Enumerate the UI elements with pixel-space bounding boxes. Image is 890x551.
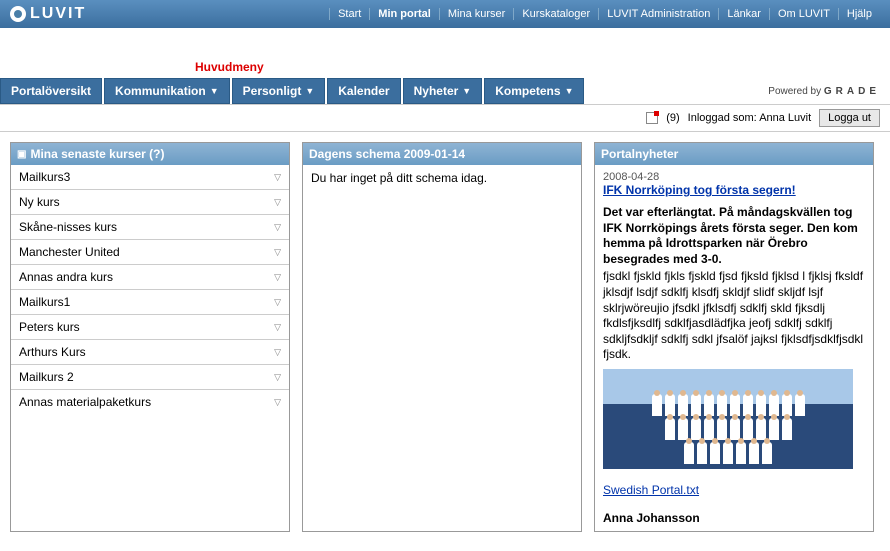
course-row[interactable]: Manchester United ▽	[11, 240, 289, 265]
logo: LUVIT	[10, 5, 86, 23]
news-attachment-link[interactable]: Swedish Portal.txt	[603, 483, 865, 497]
course-label: Annas materialpaketkurs	[19, 395, 151, 409]
chevron-down-icon: ▼	[565, 86, 574, 96]
news-date: 2008-04-28	[603, 171, 865, 183]
chevron-down-icon: ▽	[274, 347, 281, 358]
huvudmeny-label: Huvudmeny	[195, 60, 264, 74]
course-label: Skåne-nisses kurs	[19, 220, 117, 234]
notification-count: (9)	[666, 112, 679, 124]
schedule-body: Du har inget på ditt schema idag.	[303, 165, 581, 191]
chevron-down-icon: ▽	[274, 247, 281, 258]
menu-kompetens[interactable]: Kompetens▼	[484, 78, 584, 104]
course-label: Annas andra kurs	[19, 270, 113, 284]
logo-icon	[10, 6, 26, 22]
logout-button[interactable]: Logga ut	[819, 109, 880, 127]
main-menu: PortalöversiktKommunikation▼Personligt▼K…	[0, 78, 586, 104]
menu-nyheter[interactable]: Nyheter▼	[403, 78, 483, 104]
chevron-down-icon: ▼	[210, 86, 219, 96]
topnav-länkar[interactable]: Länkar	[718, 8, 769, 20]
topnav-start[interactable]: Start	[329, 8, 369, 20]
chevron-down-icon: ▽	[274, 297, 281, 308]
menu-personligt[interactable]: Personligt▼	[232, 78, 326, 104]
news-headline-link[interactable]: IFK Norrköping tog första segern!	[603, 183, 865, 197]
news-lead: Det var efterlängtat. På måndagskvällen …	[603, 205, 865, 267]
powered-by: Powered by GRADE	[768, 86, 880, 97]
course-row[interactable]: Peters kurs ▽	[11, 315, 289, 340]
chevron-down-icon: ▽	[274, 372, 281, 383]
topnav-min-portal[interactable]: Min portal	[369, 8, 439, 20]
top-nav: StartMin portalMina kurserKurskatalogerL…	[329, 8, 880, 20]
schedule-panel-header: Dagens schema 2009-01-14	[303, 143, 581, 165]
schedule-panel: Dagens schema 2009-01-14 Du har inget på…	[302, 142, 582, 532]
news-panel-title: Portalnyheter	[601, 147, 678, 161]
course-row[interactable]: Arthurs Kurs ▽	[11, 340, 289, 365]
chevron-down-icon: ▽	[274, 322, 281, 333]
chevron-down-icon: ▽	[274, 172, 281, 183]
course-label: Ny kurs	[19, 195, 60, 209]
chevron-down-icon: ▽	[274, 222, 281, 233]
logo-text: LUVIT	[30, 5, 86, 23]
news-author: Anna Johansson	[603, 511, 865, 525]
chevron-down-icon: ▽	[274, 397, 281, 408]
course-label: Mailkurs1	[19, 295, 70, 309]
course-row[interactable]: Mailkurs3 ▽	[11, 165, 289, 190]
topnav-om-luvit[interactable]: Om LUVIT	[769, 8, 838, 20]
menu-portalöversikt[interactable]: Portalöversikt	[0, 78, 102, 104]
course-label: Mailkurs 2	[19, 370, 74, 384]
course-label: Arthurs Kurs	[19, 345, 86, 359]
expand-icon[interactable]: ▣	[17, 149, 26, 160]
chevron-down-icon: ▽	[274, 197, 281, 208]
course-row[interactable]: Mailkurs 2 ▽	[11, 365, 289, 390]
topnav-kurskataloger[interactable]: Kurskataloger	[513, 8, 598, 20]
menu-kommunikation[interactable]: Kommunikation▼	[104, 78, 230, 104]
news-panel: Portalnyheter 2008-04-28 IFK Norrköping …	[594, 142, 874, 532]
news-panel-header: Portalnyheter	[595, 143, 873, 165]
courses-panel-title: Mina senaste kurser (?)	[30, 147, 164, 161]
notification-icon[interactable]	[646, 112, 658, 124]
news-body: fjsdkl fjskld fjkls fjskld fjsd fjksld f…	[603, 269, 865, 363]
chevron-down-icon: ▼	[305, 86, 314, 96]
news-image	[603, 369, 853, 469]
course-row[interactable]: Annas materialpaketkurs ▽	[11, 390, 289, 414]
courses-panel-header: ▣ Mina senaste kurser (?)	[11, 143, 289, 165]
course-label: Manchester United	[19, 245, 120, 259]
logged-in-label: Inloggad som: Anna Luvit	[688, 112, 812, 124]
menu-kalender[interactable]: Kalender	[327, 78, 400, 104]
course-label: Peters kurs	[19, 320, 80, 334]
course-label: Mailkurs3	[19, 170, 70, 184]
chevron-down-icon: ▼	[462, 86, 471, 96]
topnav-mina-kurser[interactable]: Mina kurser	[439, 8, 513, 20]
course-row[interactable]: Mailkurs1 ▽	[11, 290, 289, 315]
courses-panel: ▣ Mina senaste kurser (?) Mailkurs3▽Ny k…	[10, 142, 290, 532]
chevron-down-icon: ▽	[274, 272, 281, 283]
course-row[interactable]: Ny kurs ▽	[11, 190, 289, 215]
schedule-panel-title: Dagens schema 2009-01-14	[309, 147, 465, 161]
course-row[interactable]: Skåne-nisses kurs ▽	[11, 215, 289, 240]
topnav-hjälp[interactable]: Hjälp	[838, 8, 880, 20]
topnav-luvit-administration[interactable]: LUVIT Administration	[598, 8, 718, 20]
course-row[interactable]: Annas andra kurs ▽	[11, 265, 289, 290]
